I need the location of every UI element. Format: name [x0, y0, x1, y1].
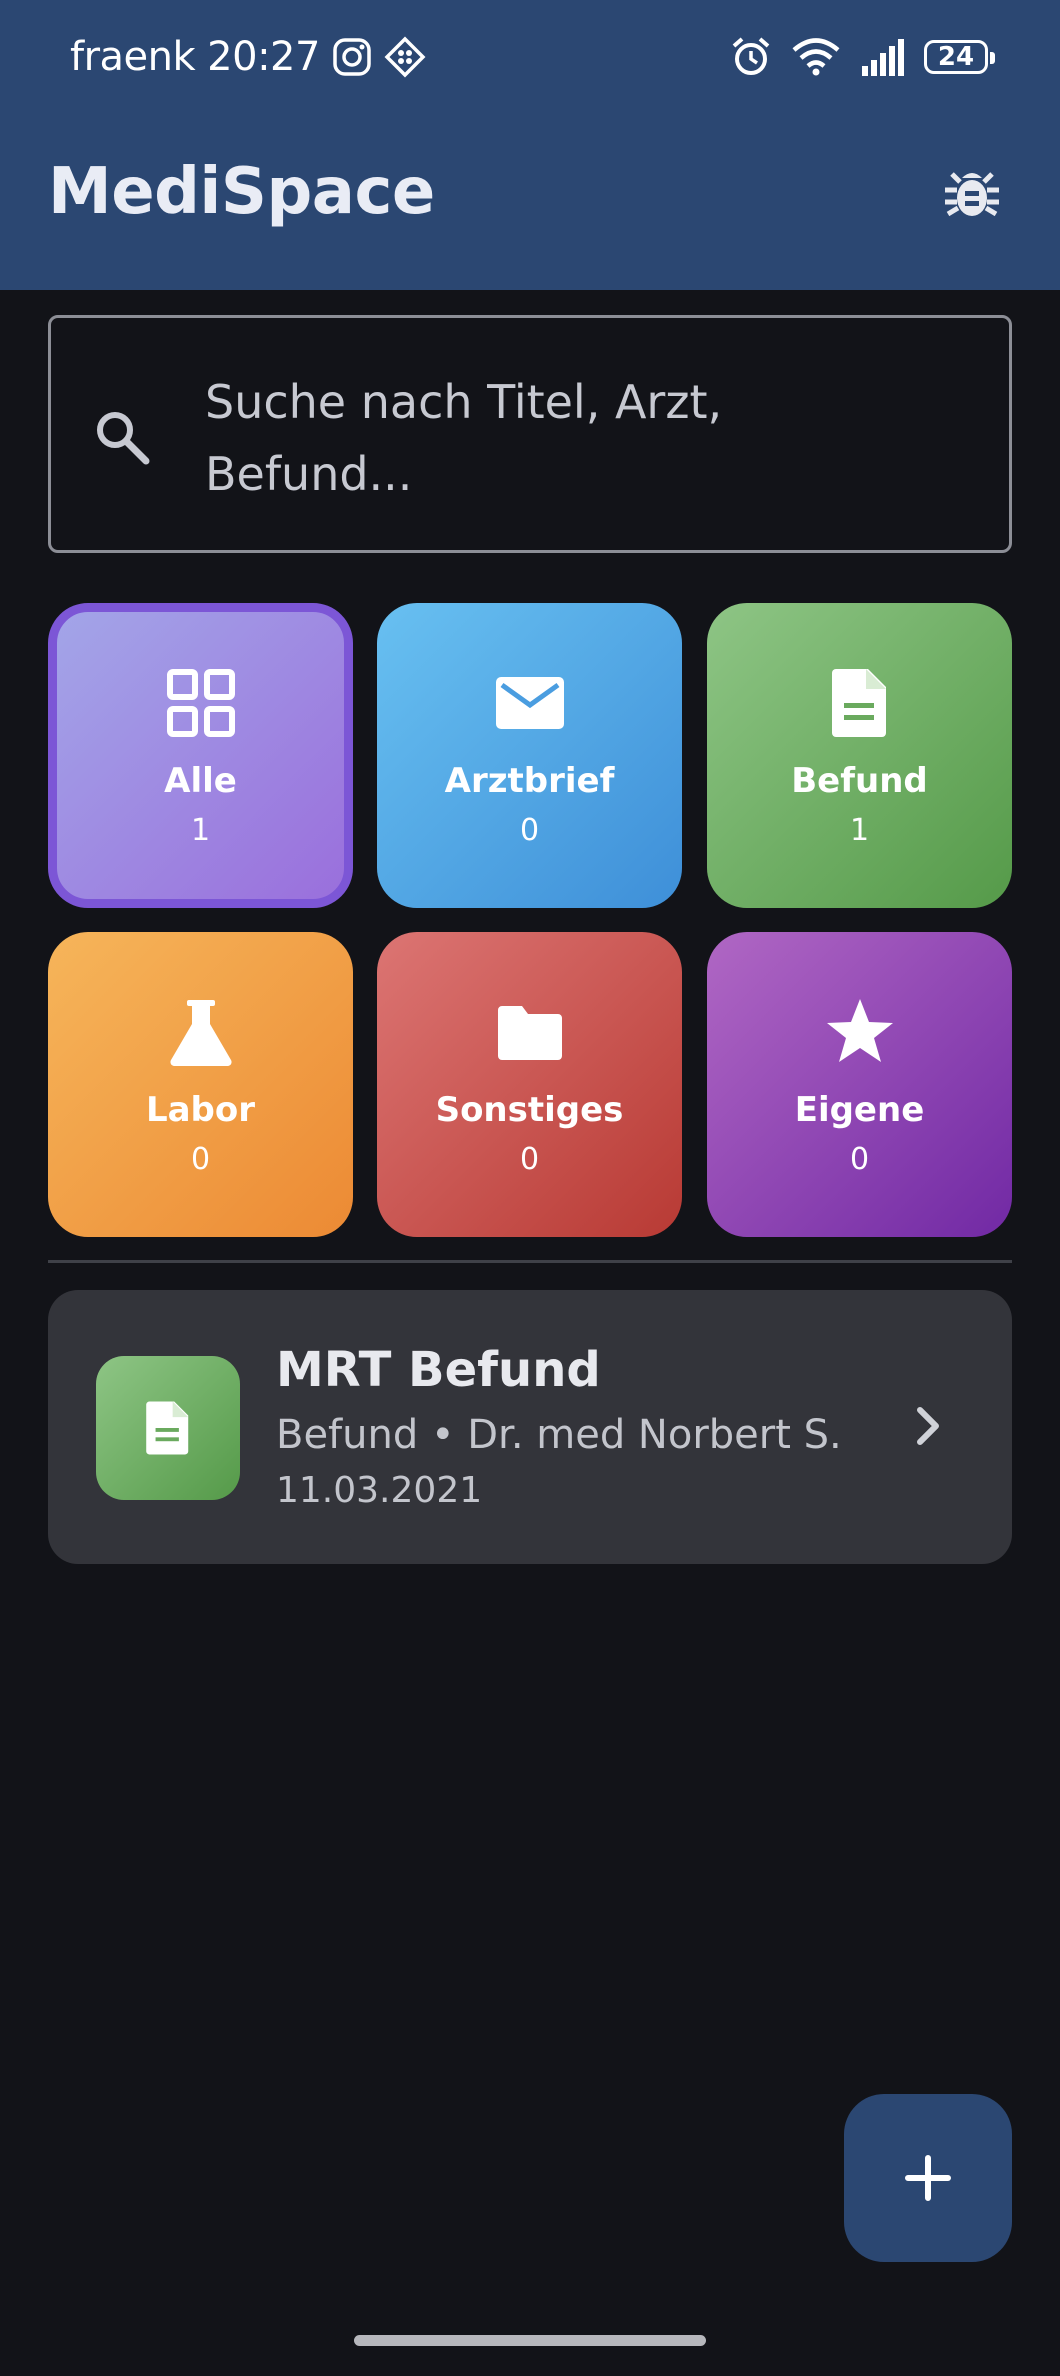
- carrier-name: fraenk: [70, 34, 196, 80]
- app-bar: fraenk 20:27 24 MediSpace: [0, 0, 1060, 290]
- plus-icon: [905, 2155, 951, 2201]
- section-divider: [48, 1260, 1012, 1263]
- battery-icon: 24: [924, 40, 995, 74]
- category-tile-eigene[interactable]: Eigene 0: [707, 932, 1012, 1237]
- cell-signal-icon: [862, 39, 904, 76]
- clock: 20:27: [207, 34, 320, 80]
- category-label: Befund: [791, 761, 928, 801]
- star-icon: [826, 999, 893, 1062]
- app-notification-icon: [384, 36, 426, 78]
- category-label: Labor: [145, 1090, 256, 1130]
- document-title: MRT Befund: [276, 1342, 601, 1398]
- category-label: Sonstiges: [435, 1090, 624, 1130]
- search-icon: [97, 412, 150, 465]
- document-date: 11.03.2021: [276, 1470, 483, 1511]
- category-label: Eigene: [794, 1090, 925, 1130]
- document-icon: [146, 1401, 189, 1455]
- document-list-item[interactable]: MRT Befund Befund • Dr. med Norbert S. 1…: [48, 1290, 1012, 1564]
- instagram-icon: [333, 38, 371, 76]
- category-tile-sonstiges[interactable]: Sonstiges 0: [377, 932, 682, 1237]
- wifi-icon: [792, 38, 840, 76]
- chevron-right-icon: [917, 1407, 939, 1445]
- envelope-icon: [495, 677, 564, 729]
- app-title: MediSpace: [48, 155, 435, 229]
- category-label: Alle: [164, 761, 237, 801]
- folder-icon: [497, 1006, 562, 1060]
- grid-icon: [166, 669, 235, 737]
- status-bar: fraenk 20:27 24: [0, 0, 1060, 116]
- category-count: 0: [519, 1142, 540, 1177]
- category-label: Arztbrief: [444, 761, 615, 801]
- document-type-badge: [96, 1356, 240, 1500]
- category-tile-befund[interactable]: Befund 1: [707, 603, 1012, 908]
- home-indicator[interactable]: [354, 2335, 706, 2346]
- bug-icon[interactable]: [942, 164, 1002, 224]
- category-count: 0: [190, 1142, 211, 1177]
- document-icon: [831, 669, 886, 737]
- flask-icon: [169, 1000, 232, 1066]
- search-placeholder: Suche nach Titel, Arzt, Befund...: [205, 375, 723, 501]
- category-tile-alle[interactable]: Alle 1: [48, 603, 353, 908]
- category-tile-labor[interactable]: Labor 0: [48, 932, 353, 1237]
- add-document-button[interactable]: [844, 2094, 1012, 2262]
- battery-level: 24: [937, 42, 975, 72]
- category-count: 0: [519, 813, 540, 848]
- category-count: 1: [849, 813, 870, 848]
- category-count: 1: [190, 813, 211, 848]
- category-tile-arztbrief[interactable]: Arztbrief 0: [377, 603, 682, 908]
- document-subtitle: Befund • Dr. med Norbert S.: [276, 1412, 842, 1458]
- category-count: 0: [849, 1142, 870, 1177]
- alarm-icon: [732, 37, 770, 75]
- search-field[interactable]: Suche nach Titel, Arzt, Befund...: [48, 315, 1012, 553]
